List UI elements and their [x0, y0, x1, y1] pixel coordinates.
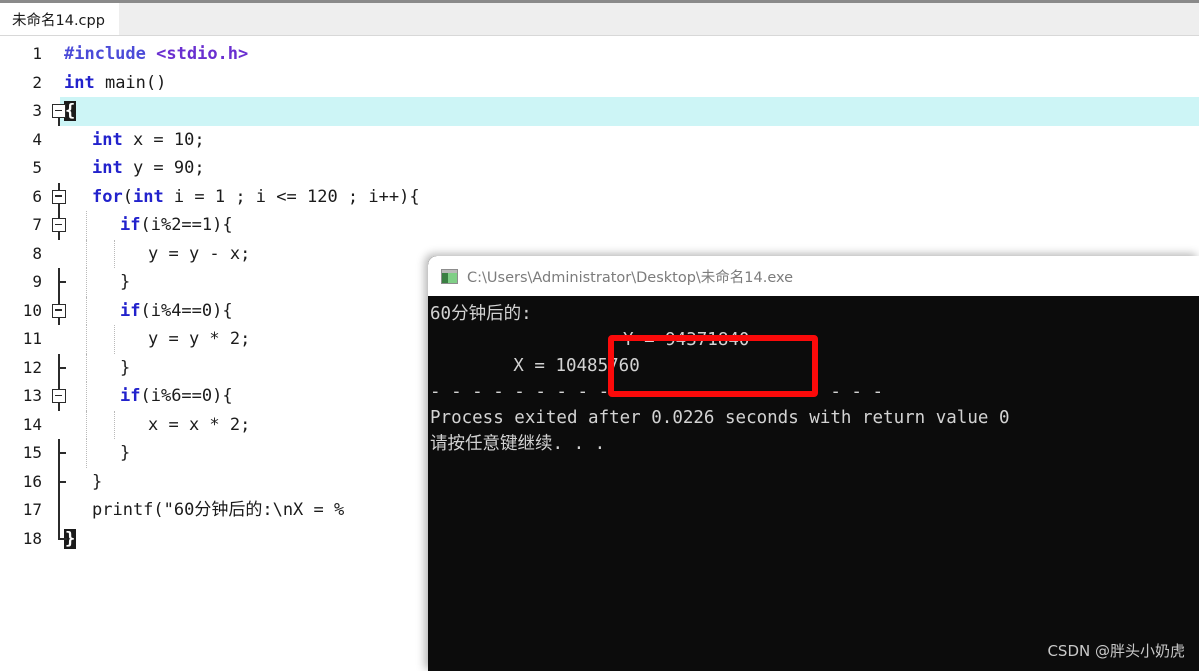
code-text: if(i%4==0){ — [120, 300, 233, 321]
indent-guide — [86, 296, 88, 325]
line-number: 9 — [32, 272, 42, 291]
fold-marker[interactable] — [50, 154, 72, 183]
current-line-highlight — [60, 97, 1199, 126]
indent-guide — [86, 353, 88, 382]
indent-guide — [86, 325, 88, 354]
code-text: #include <stdio.h> — [64, 44, 249, 64]
fold-marker[interactable] — [50, 439, 72, 468]
code-line[interactable]: 3{ — [0, 97, 1199, 126]
fold-marker[interactable] — [50, 126, 72, 155]
fold-marker[interactable] — [50, 496, 72, 525]
csdn-watermark: CSDN @胖头小奶虎 — [1047, 642, 1185, 660]
indent-guide — [114, 410, 116, 439]
line-number: 1 — [32, 44, 42, 63]
tab-label: 未命名14.cpp — [12, 12, 105, 29]
line-number: 16 — [22, 471, 42, 491]
output-heading: 60分钟后的: — [430, 304, 532, 324]
output-exit-line: Process exited after 0.0226 seconds with… — [430, 408, 1010, 428]
output-x-value: X = 10485760 — [513, 356, 640, 376]
indent-guide — [86, 439, 88, 468]
console-title-text: C:\Users\Administrator\Desktop\未命名14.exe — [467, 269, 794, 286]
code-text: y = y - x; — [148, 243, 251, 264]
line-number: 13 — [22, 386, 42, 405]
line-number: 15 — [22, 443, 42, 462]
code-text: if(i%2==1){ — [120, 215, 233, 235]
line-number: 17 — [22, 500, 42, 519]
tab-untitled14-cpp[interactable]: 未命名14.cpp — [0, 3, 119, 35]
line-number: 14 — [22, 414, 42, 434]
fold-marker[interactable] — [50, 296, 72, 325]
console-title-bar[interactable]: C:\Users\Administrator\Desktop\未命名14.exe — [428, 256, 1199, 296]
output-y-value: Y = 94371840 — [623, 330, 750, 350]
code-text: y = y * 2; — [148, 329, 251, 349]
output-xy-row: X = 10485760 Y = 94371840 — [429, 327, 1199, 397]
line-number: 4 — [32, 129, 42, 149]
line-number: 8 — [32, 243, 42, 263]
line-number: 3 — [32, 101, 42, 120]
line-number: 5 — [32, 158, 42, 177]
indent-guide — [86, 211, 88, 240]
code-text: } — [92, 471, 103, 492]
fold-marker[interactable] — [50, 40, 72, 69]
output-press-any-key: 请按任意键继续. . . — [430, 434, 606, 454]
code-text: int y = 90; — [92, 158, 205, 178]
indent-guide — [114, 239, 116, 268]
fold-marker[interactable] — [50, 69, 72, 98]
code-text: } — [120, 443, 131, 463]
line-number: 11 — [22, 329, 42, 348]
fold-marker[interactable] — [50, 182, 72, 211]
code-line[interactable]: 6 for(int i = 1 ; i <= 120 ; i++){ — [0, 182, 1199, 211]
indent-guide — [86, 382, 88, 411]
indent-guide — [86, 410, 88, 439]
editor-tab-bar: 未命名14.cpp — [0, 3, 1199, 36]
code-line[interactable]: 1 #include <stdio.h> — [0, 40, 1199, 69]
code-text: int x = 10; — [92, 129, 205, 150]
code-line[interactable]: 7 if(i%2==1){ — [0, 211, 1199, 240]
code-text: int main() — [64, 72, 167, 93]
line-number: 7 — [32, 215, 42, 234]
code-line[interactable]: 2 int main() — [0, 69, 1199, 98]
code-text: for(int i = 1 ; i <= 120 ; i++){ — [92, 186, 420, 207]
fold-marker[interactable] — [50, 411, 72, 440]
fold-marker[interactable] — [50, 353, 72, 382]
fold-marker[interactable] — [50, 240, 72, 269]
code-text: x = x * 2; — [148, 414, 251, 435]
fold-marker[interactable] — [50, 382, 72, 411]
indent-guide — [86, 239, 88, 268]
indent-guide — [86, 268, 88, 297]
code-text: if(i%6==0){ — [120, 386, 233, 406]
code-text: } — [120, 357, 131, 378]
fold-marker[interactable] — [50, 211, 72, 240]
line-number: 12 — [22, 357, 42, 377]
screenshot-root: 未命名14.cpp 1 #include <stdio.h> 2 int main()… — [0, 0, 1199, 671]
console-window[interactable]: C:\Users\Administrator\Desktop\未命名14.exe… — [428, 256, 1199, 671]
code-text: printf("60分钟后的:\nX = % — [92, 500, 345, 520]
code-line[interactable]: 4 int x = 10; — [0, 126, 1199, 155]
indent-guide — [114, 325, 116, 354]
line-number: 18 — [22, 528, 42, 548]
fold-marker[interactable] — [50, 467, 72, 496]
fold-marker[interactable] — [50, 325, 72, 354]
fold-marker[interactable] — [50, 524, 72, 554]
code-line[interactable]: 5 int y = 90; — [0, 154, 1199, 183]
fold-marker[interactable] — [50, 97, 72, 126]
fold-marker[interactable] — [50, 268, 72, 297]
output-separator: - - - - - - - - - - - - - - - - - - - - … — [430, 382, 884, 402]
line-number: 10 — [22, 300, 42, 320]
line-number: 6 — [32, 186, 42, 206]
console-output: 60分钟后的: X = 10485760 Y = 94371840 - - - … — [428, 296, 1199, 671]
console-app-icon — [441, 268, 458, 284]
code-text: } — [120, 272, 131, 292]
line-number: 2 — [32, 72, 42, 92]
